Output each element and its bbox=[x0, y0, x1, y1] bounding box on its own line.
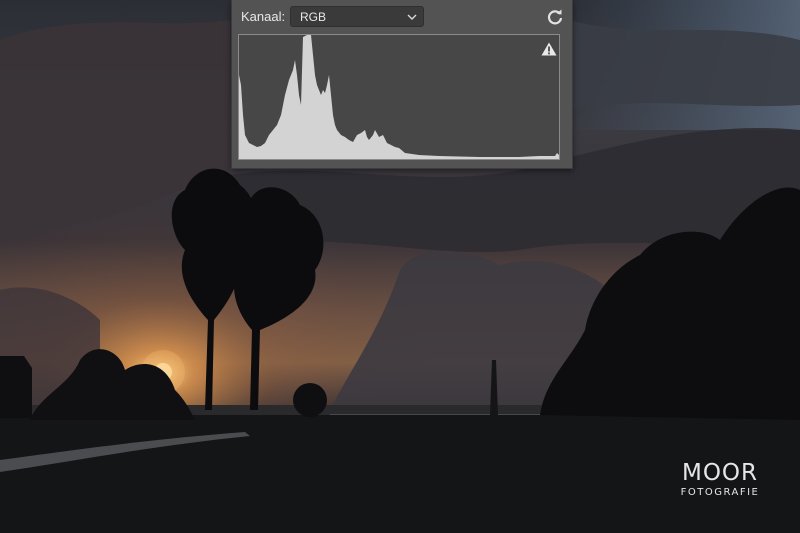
refresh-icon[interactable] bbox=[546, 8, 564, 26]
chevron-down-icon bbox=[407, 14, 417, 20]
histogram-panel: Kanaal: RGB bbox=[231, 0, 573, 169]
channel-select[interactable]: RGB bbox=[290, 6, 424, 27]
channel-select-value: RGB bbox=[300, 10, 327, 24]
watermark-logo: MOOR FOTOGRAFIE bbox=[670, 460, 770, 504]
logo-subtitle: FOTOGRAFIE bbox=[680, 487, 760, 498]
logo-wordmark: MOOR bbox=[681, 460, 759, 486]
warning-icon[interactable] bbox=[541, 42, 557, 56]
histogram-curve bbox=[239, 35, 559, 159]
channel-label: Kanaal: bbox=[241, 9, 286, 24]
histogram-graph bbox=[238, 34, 560, 160]
